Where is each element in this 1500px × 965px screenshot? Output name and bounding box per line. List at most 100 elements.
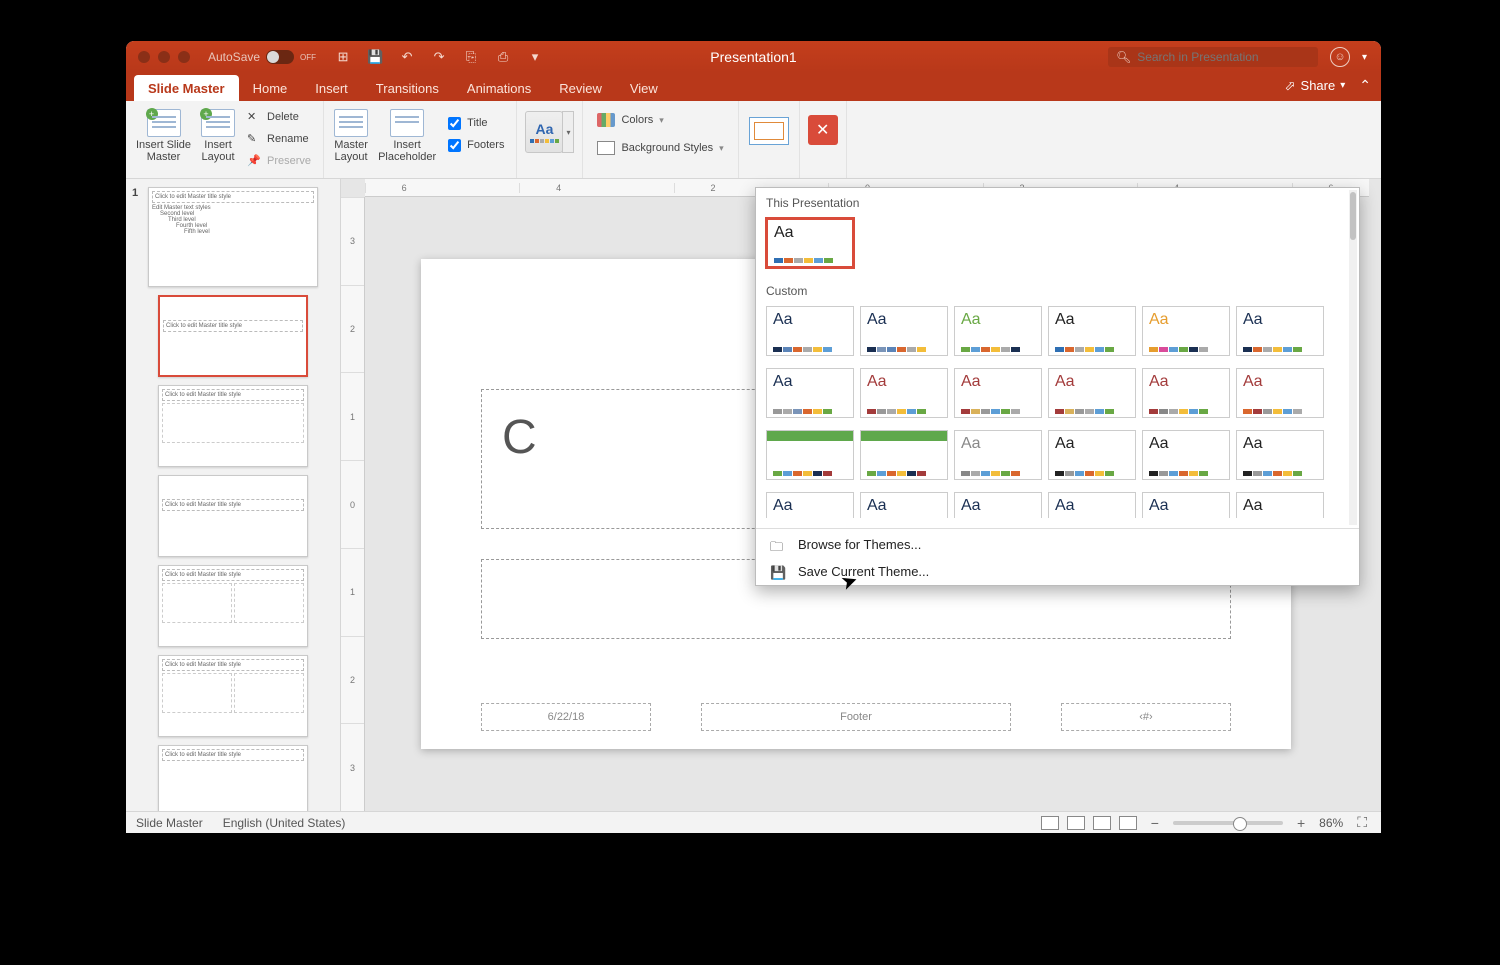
theme-swatch[interactable]: Aa	[860, 430, 948, 480]
preserve-button[interactable]: 📌Preserve	[243, 151, 315, 171]
date-placeholder[interactable]: 6/22/18	[481, 703, 651, 731]
fit-to-window-button[interactable]: ⛶	[1353, 814, 1371, 831]
slide-number-placeholder[interactable]: ‹#›	[1061, 703, 1231, 731]
rename-button[interactable]: ✎Rename	[243, 129, 315, 149]
gallery-scrollbar[interactable]	[1349, 190, 1357, 525]
tab-view[interactable]: View	[616, 75, 672, 101]
delete-button[interactable]: ✕Delete	[243, 107, 315, 127]
theme-swatch[interactable]: Aa	[766, 218, 854, 268]
thumbnails-icon[interactable]: ⊞	[334, 48, 352, 66]
search-input[interactable]	[1137, 50, 1307, 64]
theme-swatch[interactable]: Aa	[766, 306, 854, 356]
tab-slide-master[interactable]: Slide Master	[134, 75, 239, 101]
title-checkbox[interactable]: Title	[444, 113, 508, 133]
theme-swatch[interactable]: Aa	[954, 492, 1042, 518]
feedback-dropdown-icon[interactable]: ▾	[1362, 52, 1367, 63]
tab-animations[interactable]: Animations	[453, 75, 545, 101]
layout-thumbnail[interactable]: Click to edit Master title style	[158, 655, 308, 737]
master-layout-button[interactable]: Master Layout	[332, 105, 370, 167]
themes-dropdown-icon[interactable]: ▾	[562, 111, 574, 153]
theme-swatch[interactable]: Aa	[954, 430, 1042, 480]
theme-swatch[interactable]: Aa	[1048, 368, 1136, 418]
layout-thumbnail[interactable]: Click to edit Master title style	[158, 475, 308, 557]
vertical-ruler: 3210123	[341, 197, 365, 811]
status-bar: Slide Master English (United States) − +…	[126, 811, 1381, 833]
zoom-slider[interactable]	[1173, 821, 1283, 825]
theme-swatch[interactable]: Aa	[860, 306, 948, 356]
theme-swatch[interactable]: Aa	[766, 492, 854, 518]
browse-themes-menu-item[interactable]: 🗀 Browse for Themes...	[756, 531, 1359, 558]
insert-layout-button[interactable]: + Insert Layout	[199, 105, 237, 167]
layout-thumbnail[interactable]: Click to edit Master title style	[158, 565, 308, 647]
share-button[interactable]: ⬀ Share ▾	[1285, 78, 1346, 94]
theme-swatch[interactable]: Aa	[860, 492, 948, 518]
sorter-view-button[interactable]	[1067, 816, 1085, 830]
zoom-percent[interactable]: 86%	[1319, 816, 1343, 830]
slide-canvas-area: 6420246 3210123 C 6/22/18 Footer ‹#› Thi…	[341, 179, 1381, 811]
delete-icon: ✕	[247, 110, 261, 124]
theme-swatch[interactable]: Aa	[1142, 430, 1230, 480]
window-controls[interactable]	[126, 51, 190, 63]
ribbon-group-edit-master: + Insert Slide Master + Insert Layout ✕D…	[126, 101, 324, 178]
insert-layout-label: Insert Layout	[202, 139, 235, 163]
themes-gallery-button[interactable]: Aa	[525, 111, 563, 153]
footers-checkbox[interactable]: Footers	[444, 135, 508, 155]
insert-placeholder-button[interactable]: Insert Placeholder	[376, 105, 438, 167]
feedback-icon[interactable]: ☺	[1330, 47, 1350, 67]
normal-view-button[interactable]	[1041, 816, 1059, 830]
quick-access-toolbar: ⊞ 💾 ↶ ↷ ⎘ ⎙ ▾	[334, 48, 544, 66]
layout-thumbnail-selected[interactable]: Click to edit Master title style	[158, 295, 308, 377]
theme-swatch[interactable]: Aa	[1048, 430, 1136, 480]
theme-swatch[interactable]: Aa	[1236, 368, 1324, 418]
autosave-toggle[interactable]: AutoSave OFF	[208, 50, 316, 64]
layout-thumbnail[interactable]: Click to edit Master title style	[158, 385, 308, 467]
reading-view-button[interactable]	[1093, 816, 1111, 830]
tab-insert[interactable]: Insert	[301, 75, 362, 101]
format-painter-icon[interactable]: ⎙	[494, 48, 512, 66]
redo-icon[interactable]: ↷	[430, 48, 448, 66]
layout-thumbnail[interactable]: Click to edit Master title style	[158, 745, 308, 811]
bg-styles-icon	[597, 141, 615, 155]
insert-slide-master-button[interactable]: + Insert Slide Master	[134, 105, 193, 167]
theme-swatch[interactable]: Aa	[1048, 306, 1136, 356]
copy-icon[interactable]: ⎘	[462, 48, 480, 66]
ribbon-group-background: Colors▾ Background Styles▾	[583, 101, 738, 178]
close-master-button[interactable]: ✕	[808, 115, 838, 145]
colors-button[interactable]: Colors▾	[591, 109, 669, 131]
zoom-out-button[interactable]: −	[1147, 815, 1163, 831]
colors-icon	[597, 113, 615, 127]
theme-swatch[interactable]: Aa	[1142, 306, 1230, 356]
master-thumbnail[interactable]: Click to edit Master title style Edit Ma…	[148, 187, 318, 287]
autosave-switch[interactable]	[266, 50, 294, 64]
status-language[interactable]: English (United States)	[223, 816, 346, 830]
theme-swatch[interactable]: Aa	[1142, 368, 1230, 418]
ribbon-tabs: Slide Master Home Insert Transitions Ani…	[126, 73, 1381, 101]
document-title: Presentation1	[710, 49, 796, 65]
theme-swatch[interactable]: Aa	[860, 368, 948, 418]
theme-swatch[interactable]: Aa	[766, 368, 854, 418]
theme-swatch[interactable]: Aa	[1236, 306, 1324, 356]
slide-size-button[interactable]	[747, 105, 791, 149]
search-box[interactable]: 🔍︎	[1108, 47, 1318, 67]
background-styles-button[interactable]: Background Styles▾	[591, 137, 729, 159]
theme-swatch[interactable]: Aa	[766, 430, 854, 480]
autosave-state: OFF	[300, 53, 316, 62]
theme-swatch[interactable]: Aa	[1142, 492, 1230, 518]
zoom-in-button[interactable]: +	[1293, 815, 1309, 831]
slide-thumbnails-panel[interactable]: 1 Click to edit Master title style Edit …	[126, 179, 341, 811]
slideshow-view-button[interactable]	[1119, 816, 1137, 830]
tab-review[interactable]: Review	[545, 75, 616, 101]
theme-swatch[interactable]: Aa	[954, 368, 1042, 418]
work-area: 1 Click to edit Master title style Edit …	[126, 179, 1381, 811]
theme-swatch[interactable]: Aa	[1048, 492, 1136, 518]
theme-swatch[interactable]: Aa	[954, 306, 1042, 356]
undo-icon[interactable]: ↶	[398, 48, 416, 66]
theme-swatch[interactable]: Aa	[1236, 492, 1324, 518]
footer-placeholder[interactable]: Footer	[701, 703, 1011, 731]
save-icon[interactable]: 💾	[366, 48, 384, 66]
theme-swatch[interactable]: Aa	[1236, 430, 1324, 480]
tab-home[interactable]: Home	[239, 75, 302, 101]
qat-more-icon[interactable]: ▾	[526, 48, 544, 66]
collapse-ribbon-icon[interactable]: ⌃	[1359, 77, 1371, 94]
tab-transitions[interactable]: Transitions	[362, 75, 453, 101]
